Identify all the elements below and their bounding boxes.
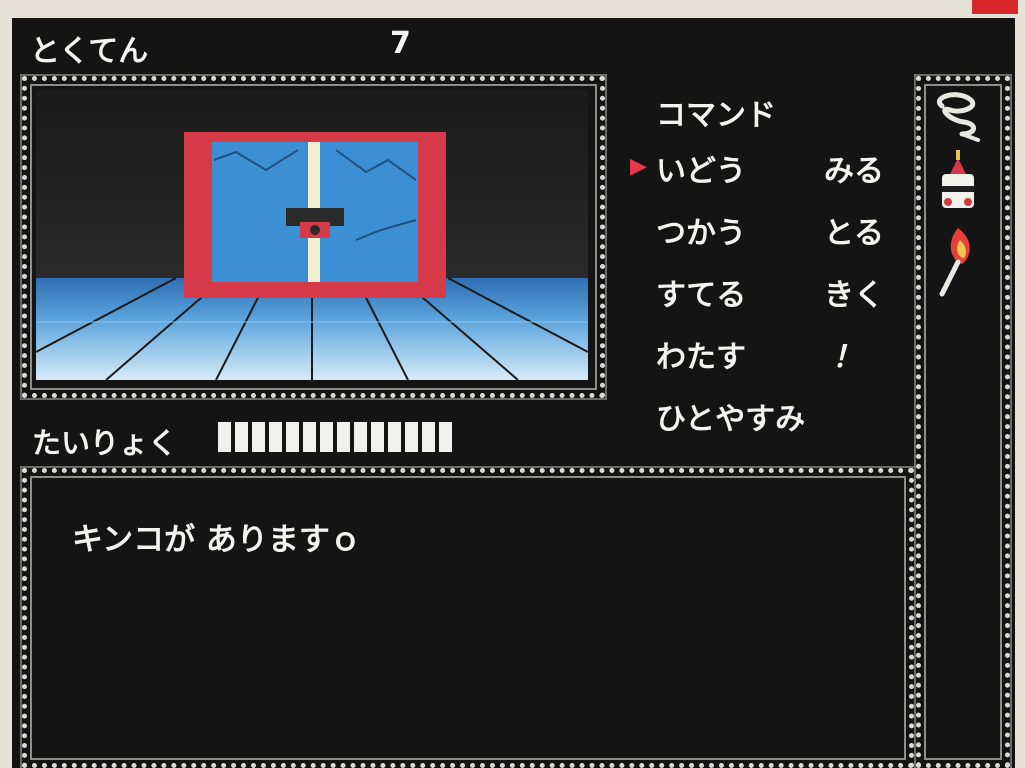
stamina-pip (235, 422, 248, 452)
score-value: 7 (390, 26, 411, 61)
corner-tag (972, 0, 1018, 14)
command-take[interactable]: とる (824, 208, 884, 252)
stamina-pip (252, 422, 265, 452)
stamina-pip (337, 422, 350, 452)
stamina-pip (354, 422, 367, 452)
inventory-icons (937, 92, 980, 297)
stamina-pip (371, 422, 384, 452)
torch-icon[interactable] (939, 228, 970, 297)
command-ask[interactable]: きく (824, 270, 884, 314)
stamina-label: たいりょく (32, 426, 178, 460)
command-discard[interactable]: すてる (656, 270, 746, 314)
stamina-pip (320, 422, 333, 452)
safe[interactable] (184, 132, 446, 298)
message-window (22, 468, 914, 768)
command-menu-title: コマンド (656, 98, 776, 133)
selection-cursor-icon: ▶ (630, 154, 647, 179)
stamina-pip (303, 422, 316, 452)
stamina-pip (439, 422, 452, 452)
stamina-pip (269, 422, 282, 452)
game-screen: とくてん 7 たいりょく コマンド ▶ いどう みる つかう とる すてる きく… (12, 18, 1015, 768)
command-use[interactable]: つかう (656, 208, 746, 252)
command-look[interactable]: みる (824, 146, 884, 190)
command-rest[interactable]: ひとやすみ (656, 394, 805, 438)
stamina-pip (388, 422, 401, 452)
stamina-bar (218, 422, 452, 452)
room-viewport (36, 90, 588, 380)
cake-icon[interactable] (942, 150, 974, 208)
command-give[interactable]: わたす (656, 332, 746, 376)
rope-icon[interactable] (937, 92, 980, 142)
command-move[interactable]: いどう (656, 146, 746, 190)
stamina-pip (405, 422, 418, 452)
stamina-pip (218, 422, 231, 452)
message-text: キンコが ありますｏ (72, 522, 361, 558)
stamina-pip (422, 422, 435, 452)
command-exclaim[interactable]: ！ (832, 332, 862, 376)
stamina-pip (286, 422, 299, 452)
score-label: とくてん (30, 34, 149, 69)
